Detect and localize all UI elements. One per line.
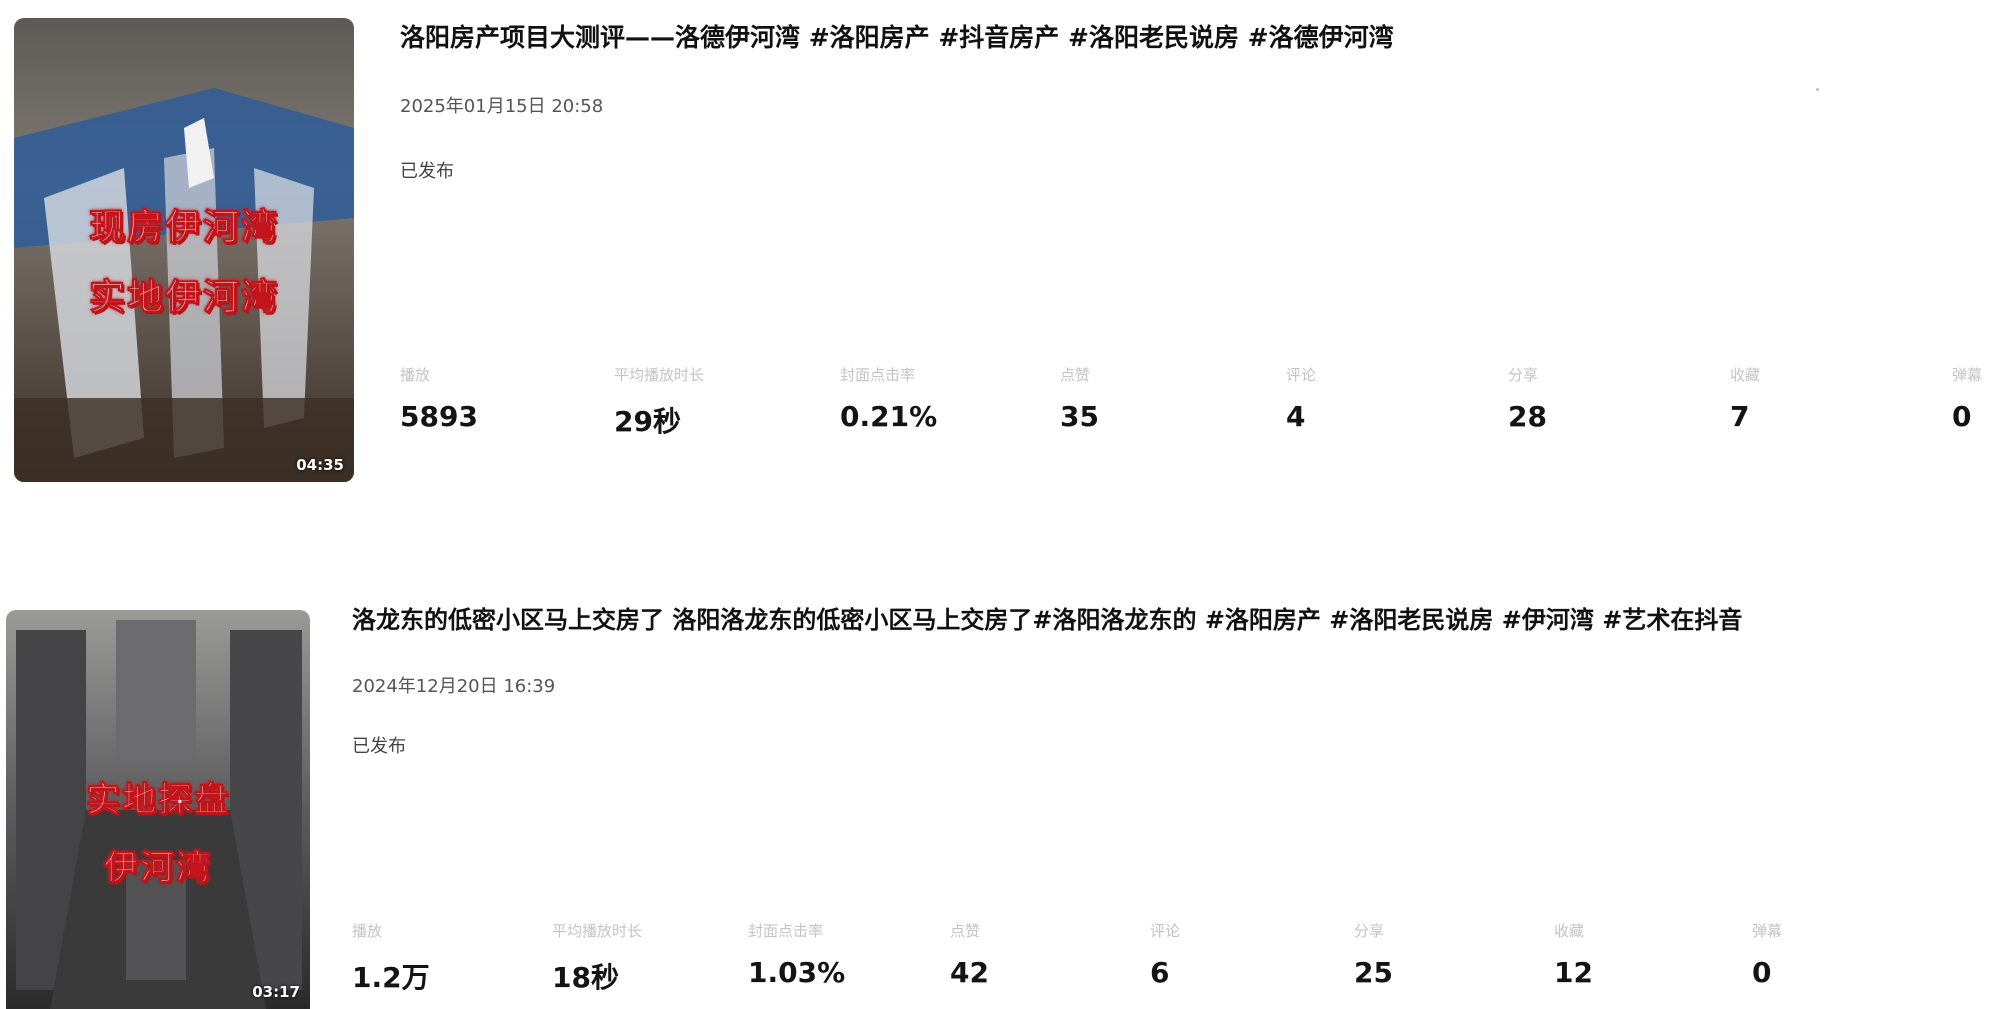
- metric-plays: 播放 5893: [400, 364, 560, 433]
- metric-label: 点赞: [1060, 366, 1091, 384]
- metric-label: 点赞: [950, 922, 981, 940]
- metric-avg-watch-time: 平均播放时长 29秒: [614, 364, 774, 440]
- separator-dot: [1816, 88, 1819, 91]
- metric-value: 35: [1060, 400, 1099, 433]
- metric-plays: 播放 1.2万: [352, 920, 512, 996]
- metric-cover-ctr: 封面点击率 0.21%: [840, 364, 1000, 433]
- metric-label: 弹幕: [1952, 366, 1983, 384]
- metric-danmaku: 弹幕 0: [1752, 920, 1912, 989]
- video-title[interactable]: 洛阳房产项目大测评——洛德伊河湾 #洛阳房产 #抖音房产 #洛阳老民说房 #洛德…: [400, 18, 1394, 54]
- metric-value: 18秒: [552, 961, 619, 994]
- thumbnail-image: [14, 18, 354, 482]
- metric-value: 0.21%: [840, 400, 938, 433]
- publish-date: 2024年12月20日 16:39: [352, 676, 556, 697]
- metric-label: 弹幕: [1752, 922, 1783, 940]
- metric-label: 封面点击率: [840, 366, 916, 384]
- metric-value: 0: [1952, 400, 1972, 433]
- metric-label: 播放: [352, 922, 383, 940]
- metric-value: 12: [1554, 956, 1593, 989]
- video-duration: 04:35: [296, 456, 344, 474]
- metric-label: 收藏: [1554, 922, 1585, 940]
- metric-label: 分享: [1508, 366, 1539, 384]
- metric-cover-ctr: 封面点击率 1.03%: [748, 920, 908, 989]
- metric-favorites: 收藏 7: [1730, 364, 1890, 433]
- metric-value: 25: [1354, 956, 1393, 989]
- video-title[interactable]: 洛龙东的低密小区马上交房了 洛阳洛龙东的低密小区马上交房了#洛阳洛龙东的 #洛阳…: [352, 600, 1742, 635]
- status-badge: 已发布: [400, 161, 454, 182]
- metric-label: 评论: [1286, 366, 1317, 384]
- metric-label: 分享: [1354, 922, 1385, 940]
- publish-date: 2025年01月15日 20:58: [400, 96, 604, 117]
- metric-favorites: 收藏 12: [1554, 920, 1714, 989]
- thumbnail-caption-line: 实地探盘: [86, 780, 230, 821]
- metric-danmaku: 弹幕 0: [1952, 364, 2000, 433]
- metric-label: 封面点击率: [748, 922, 824, 940]
- metric-label: 评论: [1150, 922, 1181, 940]
- metric-value: 0: [1752, 956, 1772, 989]
- metric-value: 1.03%: [748, 956, 846, 989]
- metric-shares: 分享 25: [1354, 920, 1514, 989]
- thumbnail-caption-line: 伊河湾: [104, 848, 212, 889]
- metric-value: 4: [1286, 400, 1306, 433]
- metric-comments: 评论 4: [1286, 364, 1446, 433]
- metric-label: 平均播放时长: [614, 366, 705, 384]
- metric-label: 平均播放时长: [552, 922, 643, 940]
- video-row: 实地探盘 伊河湾 03:17 洛龙东的低密小区马上交房了 洛阳洛龙东的低密小区马…: [0, 580, 2001, 1009]
- video-thumbnail[interactable]: 现房伊河湾 实地伊河湾 04:35: [14, 18, 354, 482]
- video-duration: 03:17: [252, 983, 300, 1001]
- metric-value: 42: [950, 956, 989, 989]
- metric-comments: 评论 6: [1150, 920, 1310, 989]
- thumbnail-caption-line: 现房伊河湾: [88, 206, 279, 249]
- thumbnail-caption-line: 实地伊河湾: [88, 276, 279, 319]
- video-thumbnail[interactable]: 实地探盘 伊河湾 03:17: [6, 610, 310, 1009]
- metric-value: 1.2万: [352, 961, 430, 994]
- metric-value: 5893: [400, 400, 478, 433]
- metric-label: 收藏: [1730, 366, 1761, 384]
- metric-value: 6: [1150, 956, 1170, 989]
- video-row: 现房伊河湾 实地伊河湾 04:35 洛阳房产项目大测评——洛德伊河湾 #洛阳房产…: [0, 0, 2001, 500]
- metric-value: 29秒: [614, 405, 681, 438]
- metric-value: 28: [1508, 400, 1547, 433]
- metric-likes: 点赞 42: [950, 920, 1110, 989]
- metric-label: 播放: [400, 366, 431, 384]
- metric-likes: 点赞 35: [1060, 364, 1220, 433]
- metric-avg-watch-time: 平均播放时长 18秒: [552, 920, 712, 996]
- metric-value: 7: [1730, 400, 1750, 433]
- status-badge: 已发布: [352, 736, 406, 757]
- metric-shares: 分享 28: [1508, 364, 1668, 433]
